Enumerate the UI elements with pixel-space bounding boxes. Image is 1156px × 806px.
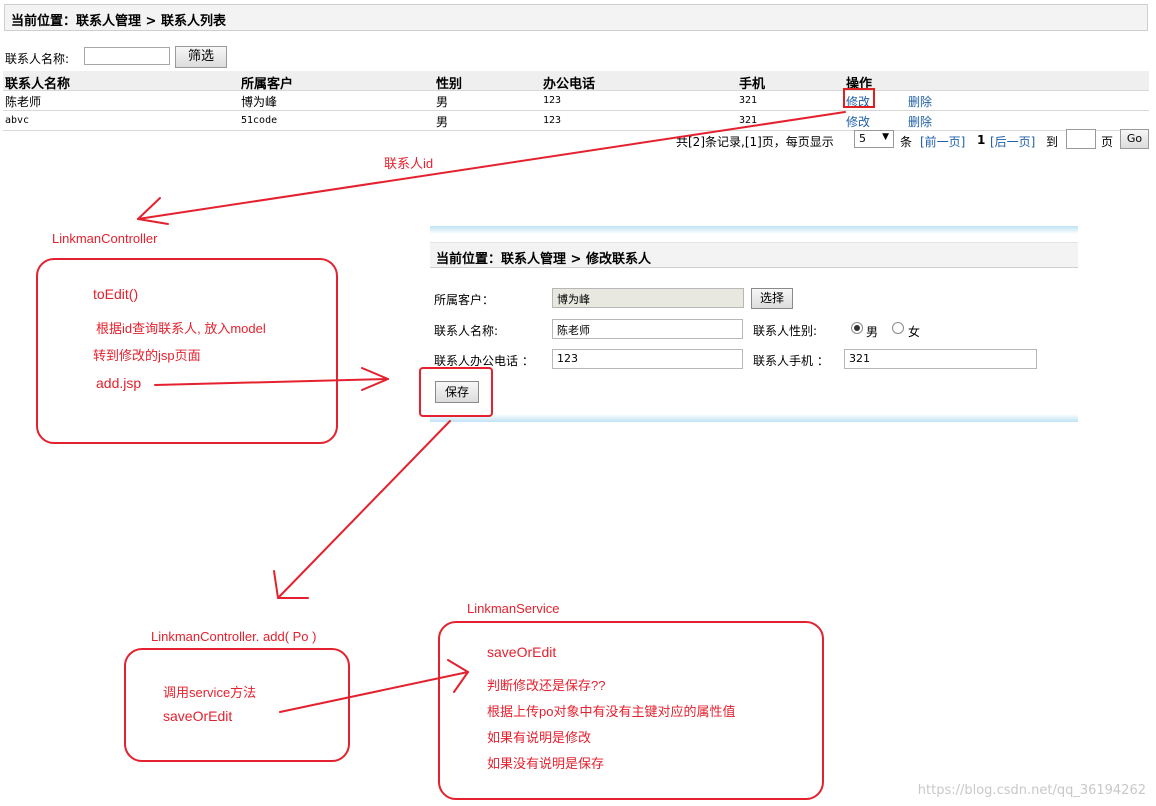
note-to-edit: toEdit() xyxy=(93,286,139,302)
panel-top-border xyxy=(430,226,1078,234)
gender-male-label: 男 xyxy=(866,325,879,339)
arrow-to-controller-add xyxy=(277,420,451,599)
watermark: https://blog.csdn.net/qq_36194262 xyxy=(917,783,1146,798)
header-name: 联系人名称 xyxy=(5,77,71,92)
cell-office-phone: 123 xyxy=(543,115,562,126)
header-office-phone: 办公电话 xyxy=(543,77,596,92)
note-forward: 转到修改的jsp页面 xyxy=(93,348,201,363)
pager-summary: 共[2]条记录,[1]页，每页显示 xyxy=(676,135,834,149)
cell-mobile: 321 xyxy=(739,115,758,126)
arrow-head xyxy=(137,197,169,225)
note-if-not: 如果没有说明是保存 xyxy=(487,756,605,771)
breadcrumb: 当前位置：联系人管理 > 联系人列表 xyxy=(11,14,226,29)
gender-label: 联系人性别: xyxy=(753,324,818,338)
note-judge-detail: 根据上传po对象中有没有主键对应的属性值 xyxy=(487,704,736,719)
edit-contact-panel: 当前位置：联系人管理 > 修改联系人 所属客户： 博为峰 选择 联系人名称: 陈… xyxy=(430,226,1078,422)
note-controller-add: LinkmanController. add( Po ) xyxy=(151,629,317,644)
goto-page-input[interactable] xyxy=(1066,129,1096,149)
current-page: 1 xyxy=(977,133,986,147)
save-highlight-box xyxy=(419,367,493,417)
header-customer: 所属客户 xyxy=(241,77,294,92)
panel-bottom-border xyxy=(430,414,1078,422)
note-service: LinkmanService xyxy=(467,601,560,616)
next-page-link[interactable]: [后一页] xyxy=(990,133,1035,150)
add-note-box xyxy=(124,648,350,762)
page-size-select[interactable]: 5 ▼ xyxy=(854,130,894,148)
cell-gender: 男 xyxy=(436,115,449,129)
breadcrumb-bar: 当前位置：联系人管理 > 联系人列表 xyxy=(4,4,1148,31)
contact-name-filter-input[interactable] xyxy=(84,47,170,65)
delete-link[interactable]: 删除 xyxy=(908,93,932,110)
note-save-or-edit-call: saveOrEdit xyxy=(163,708,233,724)
highlight-box xyxy=(843,88,875,108)
note-save-or-edit: saveOrEdit xyxy=(487,644,557,660)
table-row: 陈老师 博为峰 男 123 321 修改 删除 xyxy=(3,88,1149,111)
filter-button[interactable]: 筛选 xyxy=(175,46,227,68)
delete-link[interactable]: 删除 xyxy=(908,113,932,130)
customer-label: 所属客户： xyxy=(434,293,495,307)
note-query: 根据id查询联系人, 放入model xyxy=(96,321,266,336)
page-size-value: 5 xyxy=(859,132,866,145)
table-header-row: 联系人名称 所属客户 性别 办公电话 手机 操作 xyxy=(3,71,1149,92)
arrow-head xyxy=(361,367,389,391)
header-gender: 性别 xyxy=(436,77,463,92)
edit-breadcrumb-bar: 当前位置：联系人管理 > 修改联系人 xyxy=(430,242,1078,268)
select-customer-button[interactable]: 选择 xyxy=(751,288,793,309)
gender-male-radio[interactable] xyxy=(851,322,863,334)
pager-unit: 条 xyxy=(900,135,913,149)
gender-female-radio[interactable] xyxy=(892,322,904,334)
note-call-service: 调用service方法 xyxy=(163,685,257,700)
note-controller: LinkmanController xyxy=(52,231,158,246)
contacts-table: 联系人名称 所属客户 性别 办公电话 手机 操作 陈老师 博为峰 男 123 3… xyxy=(3,71,1149,131)
contact-name-field[interactable]: 陈老师 xyxy=(552,319,743,339)
office-phone-field[interactable]: 123 xyxy=(552,349,743,369)
arrow-head xyxy=(273,570,309,599)
note-judge: 判断修改还是保存?? xyxy=(487,678,606,693)
pager-page-word: 页 xyxy=(1101,135,1114,149)
filter-label: 联系人名称: xyxy=(5,52,70,66)
prev-page-link[interactable]: [前一页] xyxy=(920,133,965,150)
mobile-field[interactable]: 321 xyxy=(844,349,1037,369)
edit-link[interactable]: 修改 xyxy=(846,113,870,130)
cell-name: abvc xyxy=(5,115,30,126)
cell-customer: 51code xyxy=(241,115,278,126)
header-mobile: 手机 xyxy=(739,77,766,92)
cell-gender: 男 xyxy=(436,95,449,109)
contact-name-label: 联系人名称: xyxy=(434,324,499,338)
table-row: abvc 51code 男 123 321 修改 删除 xyxy=(3,111,1149,131)
edit-breadcrumb: 当前位置：联系人管理 > 修改联系人 xyxy=(436,252,651,267)
chevron-down-icon: ▼ xyxy=(882,132,889,142)
cell-customer: 博为峰 xyxy=(241,95,278,109)
gender-female-label: 女 xyxy=(908,325,921,339)
cell-mobile: 321 xyxy=(739,95,758,106)
note-linkman-id: 联系人id xyxy=(384,156,434,171)
cell-name: 陈老师 xyxy=(5,95,42,109)
customer-field: 博为峰 xyxy=(552,288,744,308)
pager-goto: 到 xyxy=(1046,135,1059,149)
go-button[interactable]: Go xyxy=(1120,129,1149,149)
note-if-has: 如果有说明是修改 xyxy=(487,730,592,745)
mobile-label: 联系人手机 ： xyxy=(753,354,829,368)
note-add-jsp: add.jsp xyxy=(96,375,142,391)
cell-office-phone: 123 xyxy=(543,95,562,106)
